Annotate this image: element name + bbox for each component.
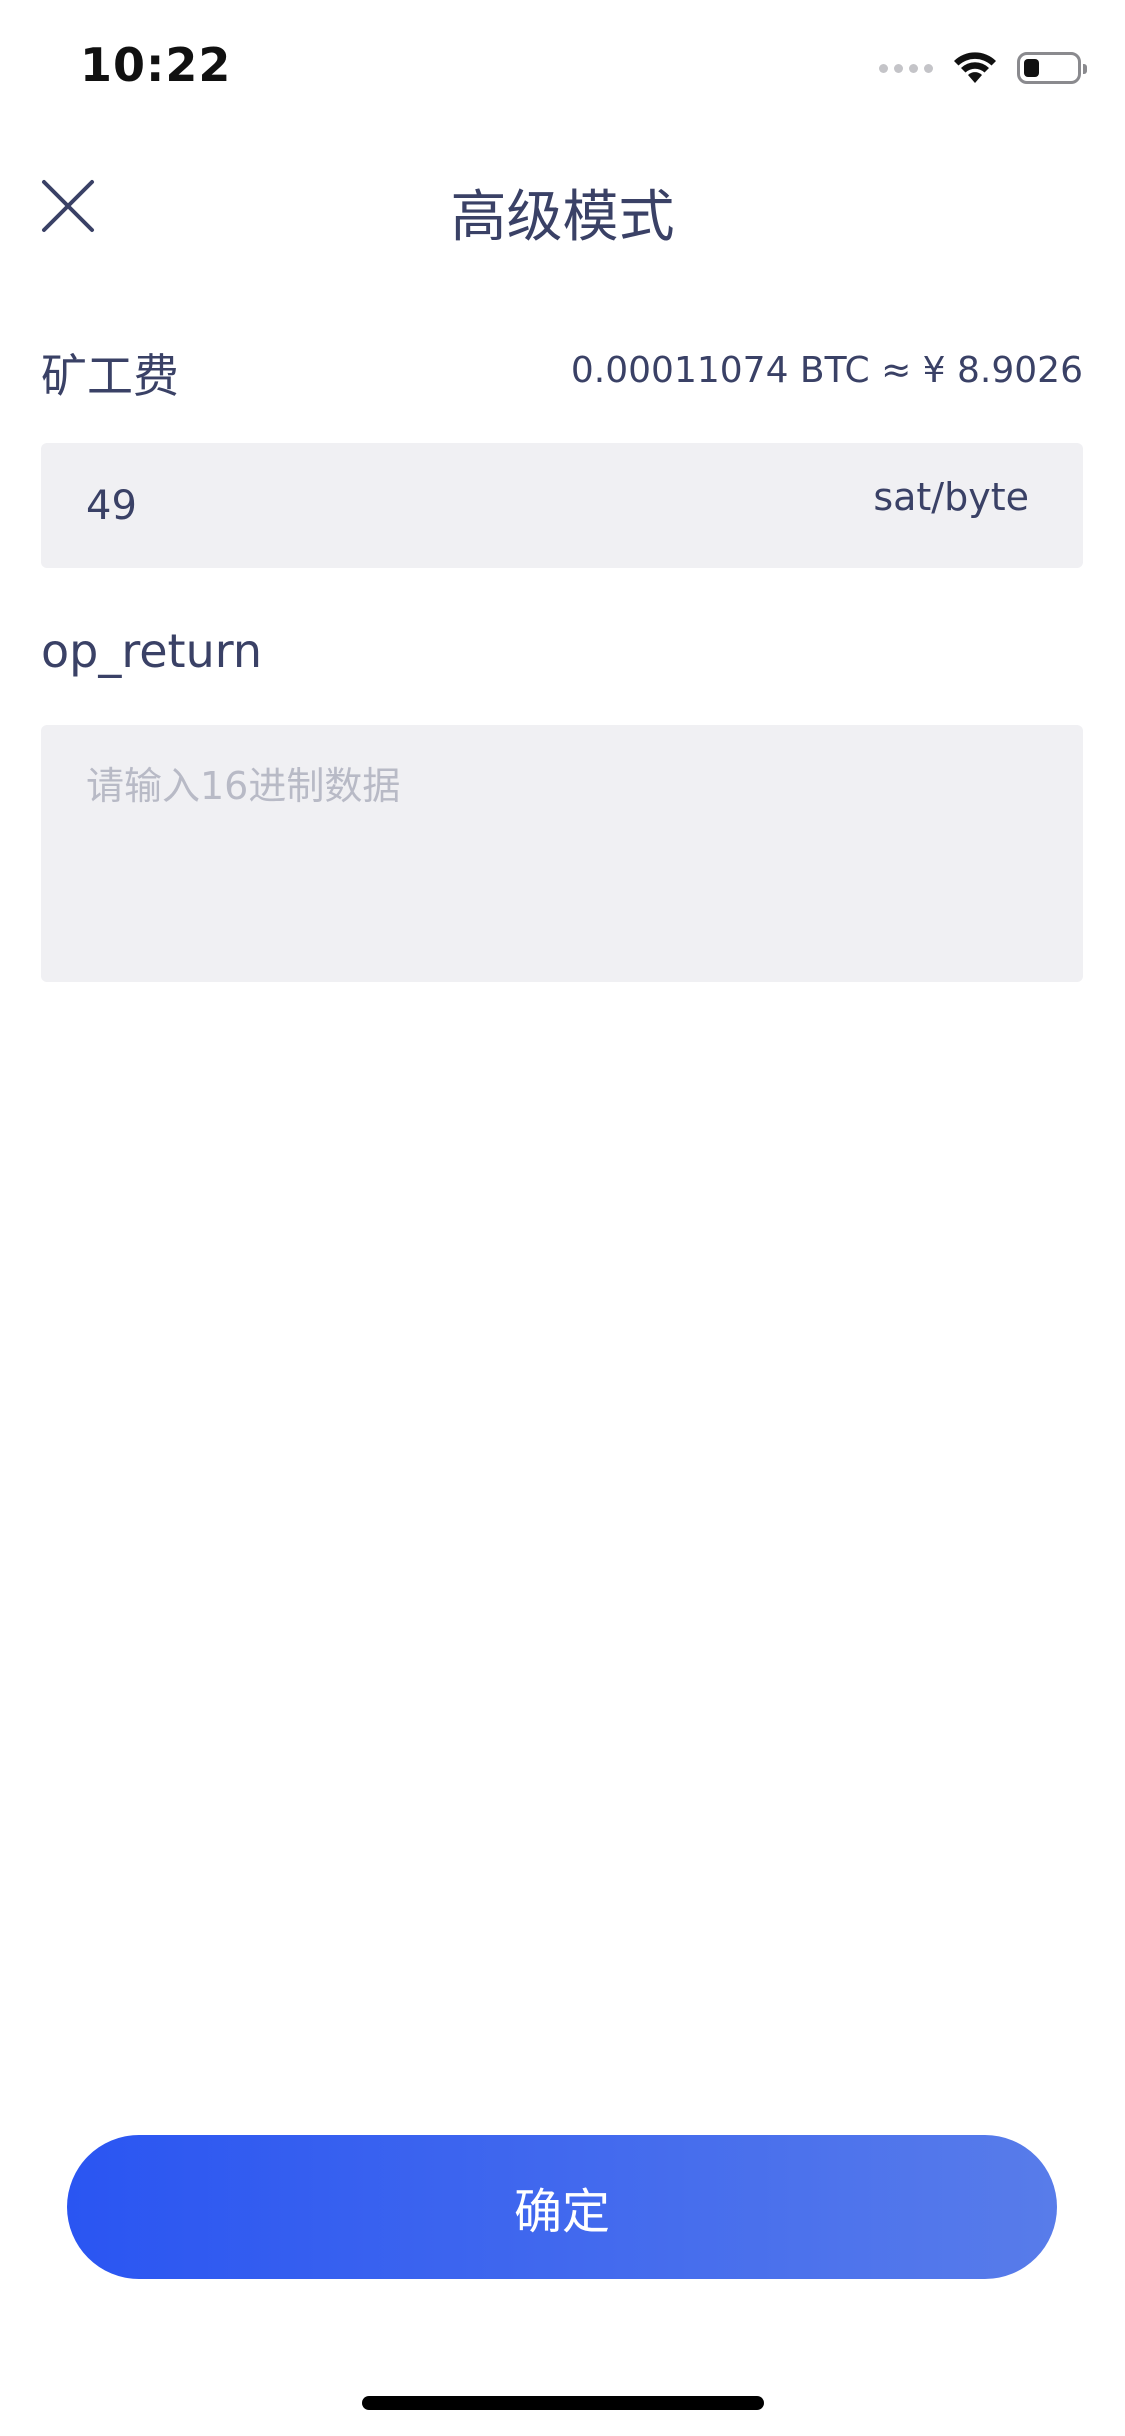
battery-level (1024, 59, 1039, 77)
cellular-signal-icon (879, 63, 933, 73)
navigation-bar: 高级模式 (0, 150, 1125, 270)
status-icons (879, 48, 1087, 88)
fee-label: 矿工费 (41, 349, 179, 403)
wifi-icon (954, 52, 996, 83)
page-title: 高级模式 (450, 185, 675, 250)
op-return-container (41, 725, 1083, 982)
op-return-input[interactable] (84, 753, 1038, 957)
status-time: 10:22 (80, 38, 232, 92)
status-bar: 10:22 (0, 0, 1125, 132)
battery-icon (1017, 52, 1087, 84)
fee-input-container: sat/byte (41, 443, 1083, 568)
home-indicator (362, 2396, 764, 2410)
op-return-label: op_return (41, 624, 262, 678)
fee-value: 0.00011074 BTC ≈ ¥ 8.9026 (570, 350, 1083, 391)
confirm-button[interactable]: 确定 (67, 2135, 1057, 2279)
fee-rate-input[interactable] (84, 475, 788, 537)
fee-unit-label: sat/byte (873, 475, 1029, 519)
fee-row: 矿工费 0.00011074 BTC ≈ ¥ 8.9026 (41, 336, 1083, 406)
